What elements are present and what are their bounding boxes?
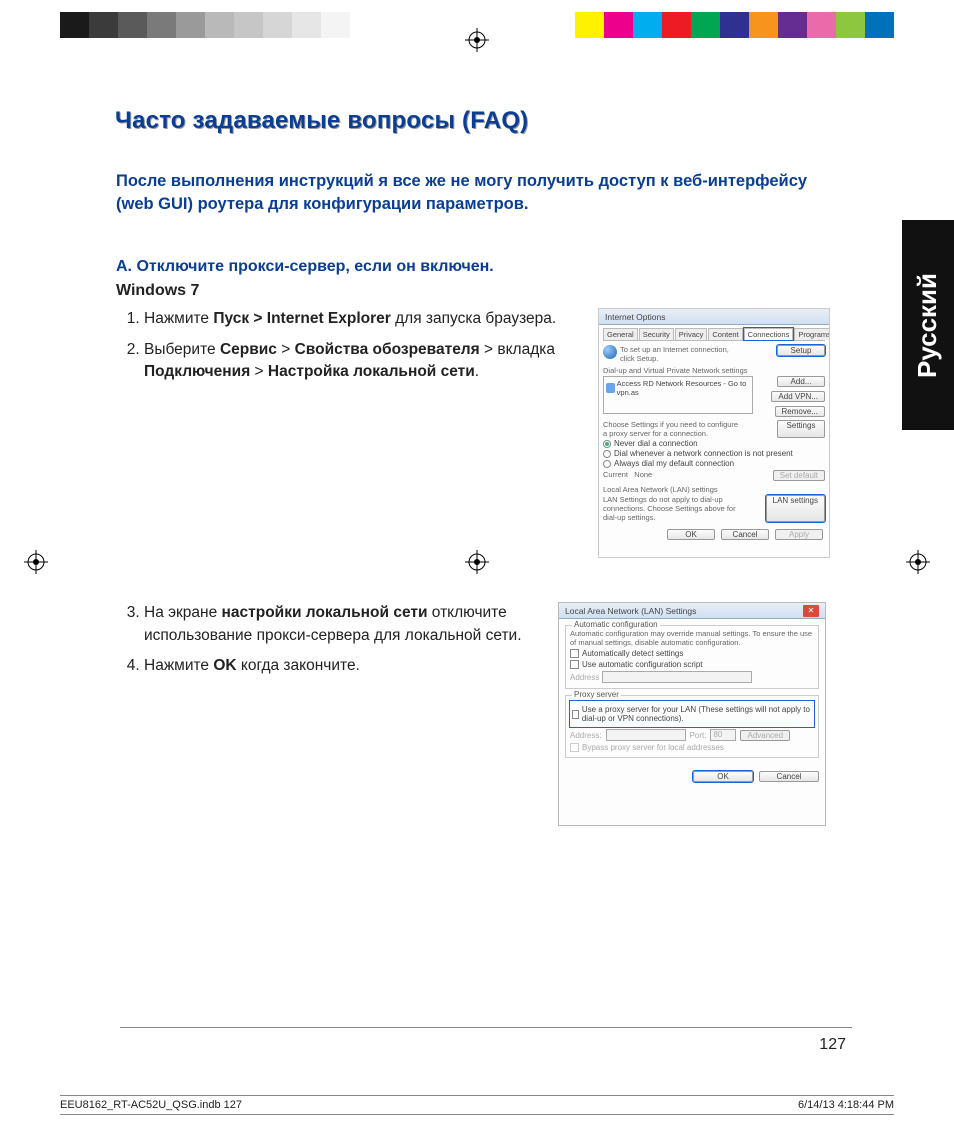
setup-button[interactable]: Setup xyxy=(777,345,825,356)
step-item: Нажмите Пуск > Internet Explorer для зап… xyxy=(144,308,586,330)
address-label: Address xyxy=(570,673,599,682)
radio-dial-when-absent[interactable]: Dial whenever a network connection is no… xyxy=(603,449,825,458)
ok-button[interactable]: OK xyxy=(667,529,715,540)
set-default-button: Set default xyxy=(773,470,825,481)
choose-settings-text: Choose Settings if you need to configure… xyxy=(603,420,743,438)
link-icon xyxy=(606,383,615,393)
dialup-listbox[interactable]: Access RD Network Resources - Go to vpn.… xyxy=(603,376,753,414)
remove-button[interactable]: Remove... xyxy=(775,406,825,417)
apply-button: Apply xyxy=(775,529,823,540)
registration-mark-icon xyxy=(24,550,48,574)
tabs-row: GeneralSecurityPrivacyContentConnections… xyxy=(603,328,825,341)
lan-settings-text: LAN Settings do not apply to dial-up con… xyxy=(603,495,743,522)
screenshot-lan-settings: Local Area Network (LAN) Settings ✕ Autom… xyxy=(558,602,826,826)
radio-never-dial[interactable]: Never dial a connection xyxy=(603,439,825,448)
tab-content[interactable]: Content xyxy=(708,328,742,340)
dialog-title: Local Area Network (LAN) Settings xyxy=(565,606,696,616)
group-label: Local Area Network (LAN) settings xyxy=(603,485,825,494)
bypass-proxy-checkbox: Bypass proxy server for local addresses xyxy=(570,743,814,752)
tab-general[interactable]: General xyxy=(603,328,638,340)
os-label: Windows 7 xyxy=(116,282,852,300)
footer-rule xyxy=(120,1027,852,1028)
color-bar-right xyxy=(575,12,894,38)
page-content: Часто задаваемые вопросы (FAQ) Часто зад… xyxy=(116,80,852,1078)
step-item: На экране настройки локальной сети отклю… xyxy=(144,602,546,647)
settings-button[interactable]: Settings xyxy=(777,420,825,438)
dialog-title: Internet Options xyxy=(605,312,665,322)
tab-security[interactable]: Security xyxy=(639,328,674,340)
tab-connections[interactable]: Connections xyxy=(744,328,794,340)
tab-programs[interactable]: Programs xyxy=(794,328,830,340)
use-proxy-checkbox[interactable]: Use a proxy server for your LAN (These s… xyxy=(572,705,812,723)
footer-datetime: 6/14/13 4:18:44 PM xyxy=(798,1099,894,1111)
add-button[interactable]: Add... xyxy=(777,376,825,387)
language-tab: Русский xyxy=(902,220,954,430)
radio-always-dial[interactable]: Always dial my default connection xyxy=(603,459,825,468)
proxy-port-label: Port: xyxy=(690,731,707,740)
globe-icon xyxy=(603,345,617,359)
cancel-button[interactable]: Cancel xyxy=(759,771,819,782)
proxy-server-group: Proxy server Use a proxy server for your… xyxy=(565,695,819,758)
setup-text: To set up an Internet connection, click … xyxy=(620,345,740,363)
page-number: 127 xyxy=(819,1036,846,1054)
steps-list-b: На экране настройки локальной сети отклю… xyxy=(116,602,546,826)
group-label: Dial-up and Virtual Private Network sett… xyxy=(603,366,825,375)
screenshot-internet-options: Internet Options GeneralSecurityPrivacyC… xyxy=(598,308,830,558)
section-a-heading: A. Отключите прокси-сервер, если он вклю… xyxy=(116,258,852,276)
language-label: Русский xyxy=(913,272,944,377)
proxy-address-label: Address: xyxy=(570,731,602,740)
auto-detect-checkbox[interactable]: Automatically detect settings xyxy=(570,649,814,658)
automatic-config-group: Automatic configuration Automatic config… xyxy=(565,625,819,689)
close-icon[interactable]: ✕ xyxy=(803,605,819,617)
color-bar-left xyxy=(60,12,379,38)
lan-settings-button[interactable]: LAN settings xyxy=(766,495,825,522)
script-address-field xyxy=(602,671,752,683)
page-title: Часто задаваемые вопросы (FAQ) Часто зад… xyxy=(116,108,852,136)
registration-mark-icon xyxy=(906,550,930,574)
cancel-button[interactable]: Cancel xyxy=(721,529,769,540)
step-item: Нажмите OK когда закончите. xyxy=(144,655,546,677)
footer-file: EEU8162_RT-AC52U_QSG.indb 127 xyxy=(60,1099,242,1111)
step-item: Выберите Сервис > Свойства обозревателя … xyxy=(144,339,586,384)
advanced-button: Advanced xyxy=(740,730,790,741)
proxy-address-field xyxy=(606,729,686,741)
ok-button[interactable]: OK xyxy=(693,771,753,782)
print-footer: EEU8162_RT-AC52U_QSG.indb 127 6/14/13 4:… xyxy=(60,1099,894,1111)
proxy-port-field: 80 xyxy=(710,729,736,741)
add-vpn-button[interactable]: Add VPN... xyxy=(771,391,825,402)
auto-config-text: Automatic configuration may override man… xyxy=(570,629,814,647)
registration-mark-icon xyxy=(465,28,489,52)
tab-privacy[interactable]: Privacy xyxy=(675,328,708,340)
auto-script-checkbox[interactable]: Use automatic configuration script xyxy=(570,660,814,669)
question-heading: После выполнения инструкций я все же не … xyxy=(116,170,816,216)
steps-list-a: Нажмите Пуск > Internet Explorer для зап… xyxy=(116,308,586,558)
